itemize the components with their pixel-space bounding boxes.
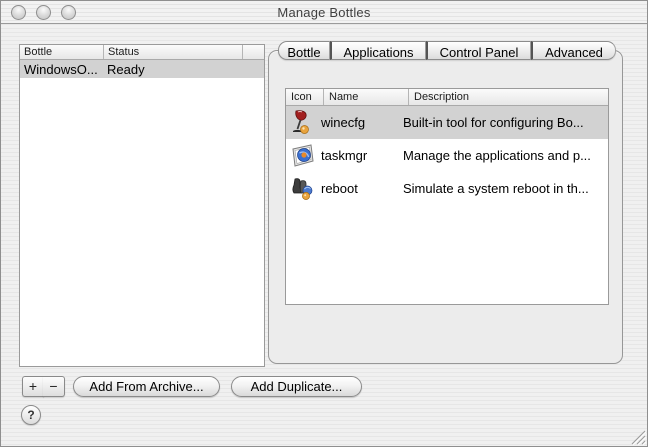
task-manager-icon xyxy=(286,142,319,170)
bottle-list[interactable]: Bottle Status WindowsO... Ready xyxy=(19,44,265,367)
title-bar[interactable]: Manage Bottles xyxy=(1,1,647,24)
applications-table[interactable]: Icon Name Description winecfg Built-in t… xyxy=(285,88,609,305)
tab-advanced[interactable]: Advanced xyxy=(531,41,616,60)
resize-grip[interactable] xyxy=(628,428,646,445)
column-header-spare xyxy=(243,45,264,59)
tab-control-panel[interactable]: Control Panel xyxy=(426,41,531,60)
tab-bar: Bottle Applications Control Panel Advanc… xyxy=(278,41,616,60)
app-row-winecfg[interactable]: winecfg Built-in tool for configuring Bo… xyxy=(286,106,608,139)
column-header-name[interactable]: Name xyxy=(324,89,409,105)
tab-bottle[interactable]: Bottle xyxy=(278,41,330,60)
app-row-taskmgr[interactable]: taskmgr Manage the applications and p... xyxy=(286,139,608,172)
bottle-status-cell: Ready xyxy=(103,62,264,77)
reboot-boots-icon xyxy=(286,175,319,203)
tab-applications[interactable]: Applications xyxy=(330,41,426,60)
app-row-reboot[interactable]: reboot Simulate a system reboot in th... xyxy=(286,172,608,205)
column-header-description[interactable]: Description xyxy=(409,89,608,105)
add-bottle-button[interactable]: + xyxy=(22,376,44,397)
app-name: taskmgr xyxy=(319,148,401,163)
window-title: Manage Bottles xyxy=(1,5,647,20)
app-description: Manage the applications and p... xyxy=(401,148,608,163)
help-button[interactable]: ? xyxy=(21,405,41,425)
column-header-icon[interactable]: Icon xyxy=(286,89,324,105)
bottle-list-header: Bottle Status xyxy=(20,45,264,60)
bottle-row-windowso[interactable]: WindowsO... Ready xyxy=(20,60,264,78)
wine-glass-icon xyxy=(286,109,319,137)
bottle-name-cell: WindowsO... xyxy=(20,62,103,77)
app-name: reboot xyxy=(319,181,401,196)
add-from-archive-button[interactable]: Add From Archive... xyxy=(73,376,220,397)
app-name: winecfg xyxy=(319,115,401,130)
column-header-status[interactable]: Status xyxy=(104,45,243,59)
column-header-bottle[interactable]: Bottle xyxy=(20,45,104,59)
app-description: Simulate a system reboot in th... xyxy=(401,181,608,196)
applications-table-header: Icon Name Description xyxy=(286,89,608,106)
add-duplicate-button[interactable]: Add Duplicate... xyxy=(231,376,362,397)
remove-bottle-button[interactable]: − xyxy=(43,376,65,397)
app-description: Built-in tool for configuring Bo... xyxy=(401,115,608,130)
manage-bottles-window: Manage Bottles Bottle Status WindowsO...… xyxy=(0,0,648,447)
